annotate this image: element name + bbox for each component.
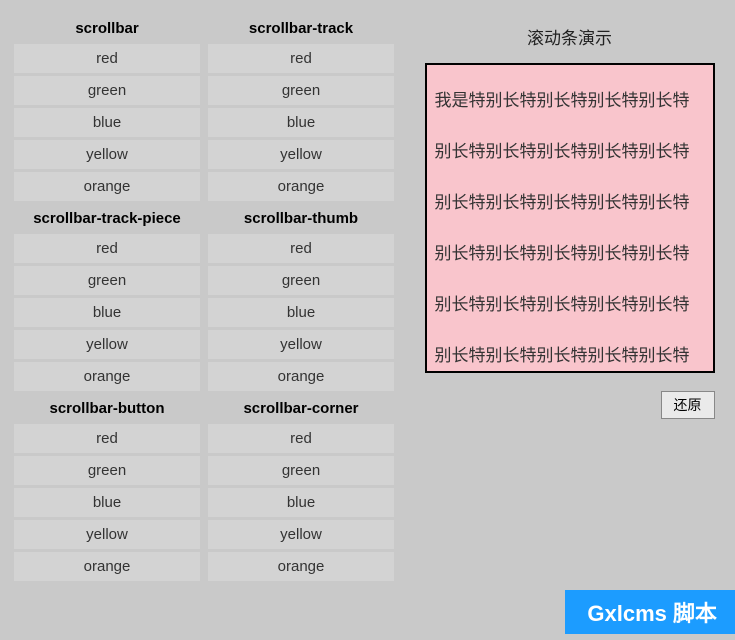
color-option[interactable]: blue (14, 488, 200, 517)
option-group-scrollbar: scrollbar red green blue yellow orange (14, 14, 200, 201)
group-header: scrollbar (14, 14, 200, 41)
group-header: scrollbar-track-piece (14, 204, 200, 231)
reset-wrap: 还原 (425, 391, 715, 419)
color-option[interactable]: red (14, 424, 200, 453)
color-option[interactable]: red (208, 234, 394, 263)
reset-button[interactable]: 还原 (661, 391, 715, 419)
group-header: scrollbar-track (208, 14, 394, 41)
color-option[interactable]: yellow (14, 520, 200, 549)
color-option[interactable]: blue (208, 298, 394, 327)
color-option[interactable]: blue (208, 488, 394, 517)
group-header: scrollbar-corner (208, 394, 394, 421)
color-option[interactable]: yellow (208, 140, 394, 169)
option-group-scrollbar-corner: scrollbar-corner red green blue yellow orange (208, 394, 394, 581)
option-group-scrollbar-track: scrollbar-track red green blue yellow orange (208, 14, 394, 201)
option-group-scrollbar-track-piece: scrollbar-track-piece red green blue yellow o… (14, 204, 200, 391)
color-option[interactable]: orange (14, 172, 200, 201)
color-option[interactable]: red (208, 44, 394, 73)
color-option[interactable]: blue (14, 298, 200, 327)
color-option[interactable]: red (208, 424, 394, 453)
color-option[interactable]: blue (208, 108, 394, 137)
group-header: scrollbar-thumb (208, 204, 394, 231)
color-option[interactable]: orange (14, 362, 200, 391)
color-option[interactable]: blue (14, 108, 200, 137)
group-header: scrollbar-button (14, 394, 200, 421)
demo-panel: 滚动条演示 我是特别长特别长特别长特别长特别长特别长特别长特别长特别长特别长特别… (418, 14, 721, 581)
color-option[interactable]: yellow (14, 140, 200, 169)
color-option[interactable]: orange (208, 362, 394, 391)
color-option[interactable]: orange (208, 552, 394, 581)
color-option[interactable]: green (208, 456, 394, 485)
color-option[interactable]: green (208, 76, 394, 105)
color-option[interactable]: orange (208, 172, 394, 201)
color-option[interactable]: red (14, 44, 200, 73)
demo-title: 滚动条演示 (527, 14, 612, 63)
watermark-badge: Gxlcms 脚本 (565, 590, 735, 634)
color-option[interactable]: yellow (208, 330, 394, 359)
option-group-scrollbar-button: scrollbar-button red green blue yellow orange (14, 394, 200, 581)
demo-text: 我是特别长特别长特别长特别长特别长特别长特别长特别长特别长特别长特别长特别长特别… (427, 65, 713, 373)
color-option[interactable]: green (208, 266, 394, 295)
color-option[interactable]: green (14, 76, 200, 105)
demo-scroll-box[interactable]: 我是特别长特别长特别长特别长特别长特别长特别长特别长特别长特别长特别长特别长特别… (425, 63, 715, 373)
color-option[interactable]: orange (14, 552, 200, 581)
color-option[interactable]: green (14, 266, 200, 295)
color-option[interactable]: yellow (14, 330, 200, 359)
option-group-scrollbar-thumb: scrollbar-thumb red green blue yellow orange (208, 204, 394, 391)
color-option[interactable]: yellow (208, 520, 394, 549)
color-option[interactable]: red (14, 234, 200, 263)
color-option[interactable]: green (14, 456, 200, 485)
options-grid: scrollbarredgreenblueyelloworangescrollb… (14, 14, 394, 581)
